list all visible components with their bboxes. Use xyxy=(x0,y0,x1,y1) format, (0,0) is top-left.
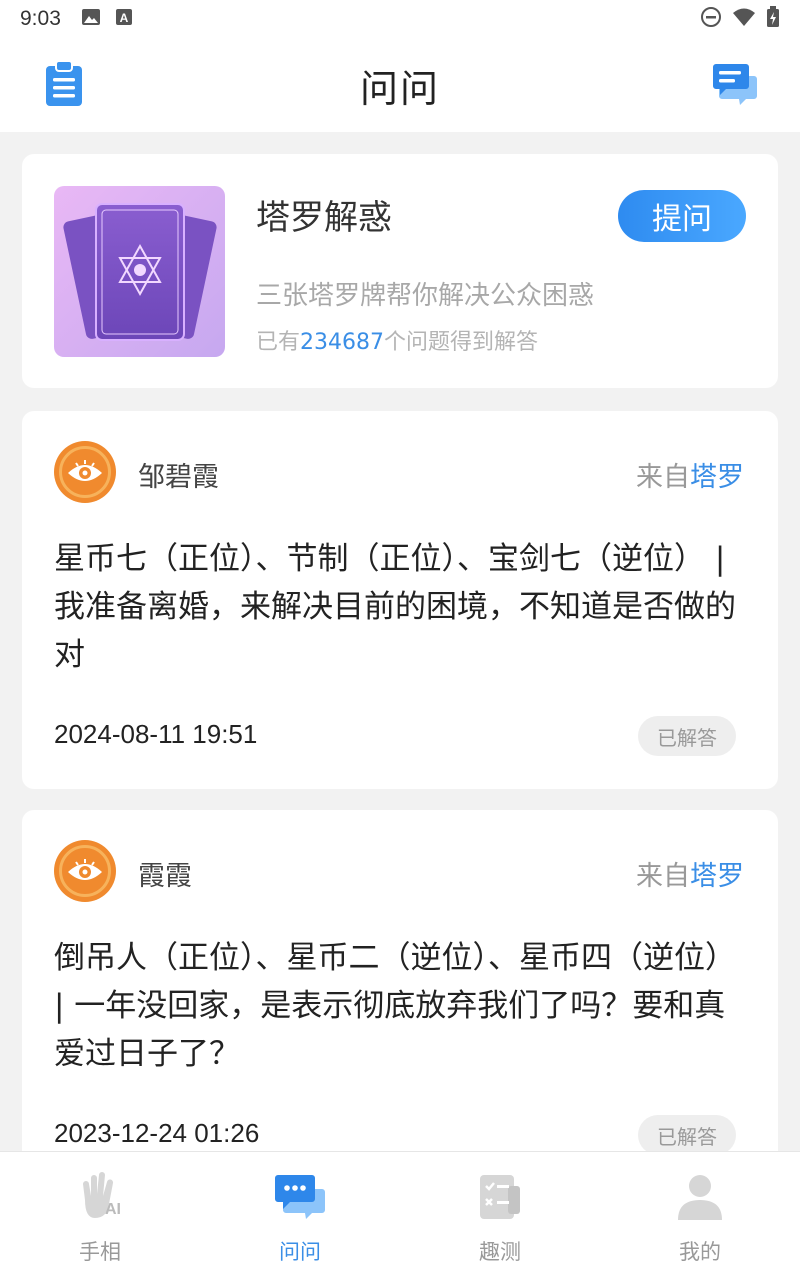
question-card[interactable]: 霞霞 来自塔罗 倒吊人（正位）、星币二（逆位）、星币四（逆位） | 一年没回家，… xyxy=(22,810,778,1188)
tab-palm[interactable]: AI 手相 xyxy=(0,1152,200,1280)
eye-icon xyxy=(68,460,102,481)
wifi-icon xyxy=(732,7,756,32)
tarot-description: 三张塔罗牌帮你解决公众困惑 xyxy=(256,281,595,311)
image-icon xyxy=(81,7,101,31)
a-icon: A xyxy=(115,7,133,31)
chat-icon[interactable] xyxy=(712,62,758,106)
status-badge: 已解答 xyxy=(638,1115,736,1155)
question-source: 来自塔罗 xyxy=(636,854,744,893)
svg-text:AI: AI xyxy=(105,1201,121,1218)
answered-count-number: 234687 xyxy=(300,330,384,355)
eye-icon xyxy=(68,859,102,880)
question-user: 霞霞 xyxy=(138,861,192,892)
svg-text:A: A xyxy=(120,11,129,25)
status-badge: 已解答 xyxy=(638,716,736,756)
question-source: 来自塔罗 xyxy=(636,455,744,494)
question-source-name[interactable]: 塔罗 xyxy=(690,861,744,892)
battery-icon xyxy=(766,5,780,33)
question-text: 倒吊人（正位）、星币二（逆位）、星币四（逆位） | 一年没回家，是表示彻底放弃我… xyxy=(54,940,736,1072)
tab-label: 趣测 xyxy=(479,1240,521,1264)
bottom-tab-bar: AI 手相 问问 趣测 我的 xyxy=(0,1151,800,1280)
question-user: 邹碧霞 xyxy=(138,462,219,493)
page-title: 问问 xyxy=(359,66,440,111)
avatar xyxy=(54,441,116,503)
palm-ai-icon: AI xyxy=(72,1170,128,1224)
question-text: 星币七（正位）、节制（正位）、宝剑七（逆位） | 我准备离婚，来解决目前的困境，… xyxy=(54,541,736,673)
tab-label: 手相 xyxy=(79,1240,121,1264)
clipboard-icon[interactable] xyxy=(44,60,84,108)
status-time: 9:03 xyxy=(20,7,61,30)
avatar xyxy=(54,840,116,902)
ask-button[interactable]: 提问 xyxy=(618,190,746,242)
user-icon xyxy=(672,1170,728,1224)
status-bar: 9:03 A xyxy=(0,0,800,38)
tarot-card[interactable]: 塔罗解惑 提问 三张塔罗牌帮你解决公众困惑 已有234687个问题得到解答 xyxy=(22,154,778,388)
tab-mine[interactable]: 我的 xyxy=(600,1152,800,1280)
answered-count-prefix: 已有 xyxy=(256,330,301,355)
question-source-label: 来自 xyxy=(636,861,690,892)
question-source-label: 来自 xyxy=(636,462,690,493)
question-date: 2024-08-11 19:51 xyxy=(54,719,258,749)
dnd-icon xyxy=(700,6,722,33)
test-sheet-icon xyxy=(472,1170,528,1224)
question-source-name[interactable]: 塔罗 xyxy=(690,462,744,493)
question-card[interactable]: 邹碧霞 来自塔罗 星币七（正位）、节制（正位）、宝剑七（逆位） | 我准备离婚，… xyxy=(22,411,778,789)
app-bar: 问问 xyxy=(0,38,800,132)
tarot-card-image xyxy=(54,186,225,357)
question-date: 2023-12-24 01:26 xyxy=(54,1118,260,1148)
answered-count-suffix: 个问题得到解答 xyxy=(384,330,539,355)
tab-label: 我的 xyxy=(679,1240,721,1264)
tab-label: 问问 xyxy=(279,1240,321,1264)
tab-ask[interactable]: 问问 xyxy=(200,1152,400,1280)
tab-test[interactable]: 趣测 xyxy=(400,1152,600,1280)
chat-icon xyxy=(272,1170,328,1224)
answered-count: 已有234687个问题得到解答 xyxy=(256,324,538,356)
tarot-title: 塔罗解惑 xyxy=(256,198,392,238)
